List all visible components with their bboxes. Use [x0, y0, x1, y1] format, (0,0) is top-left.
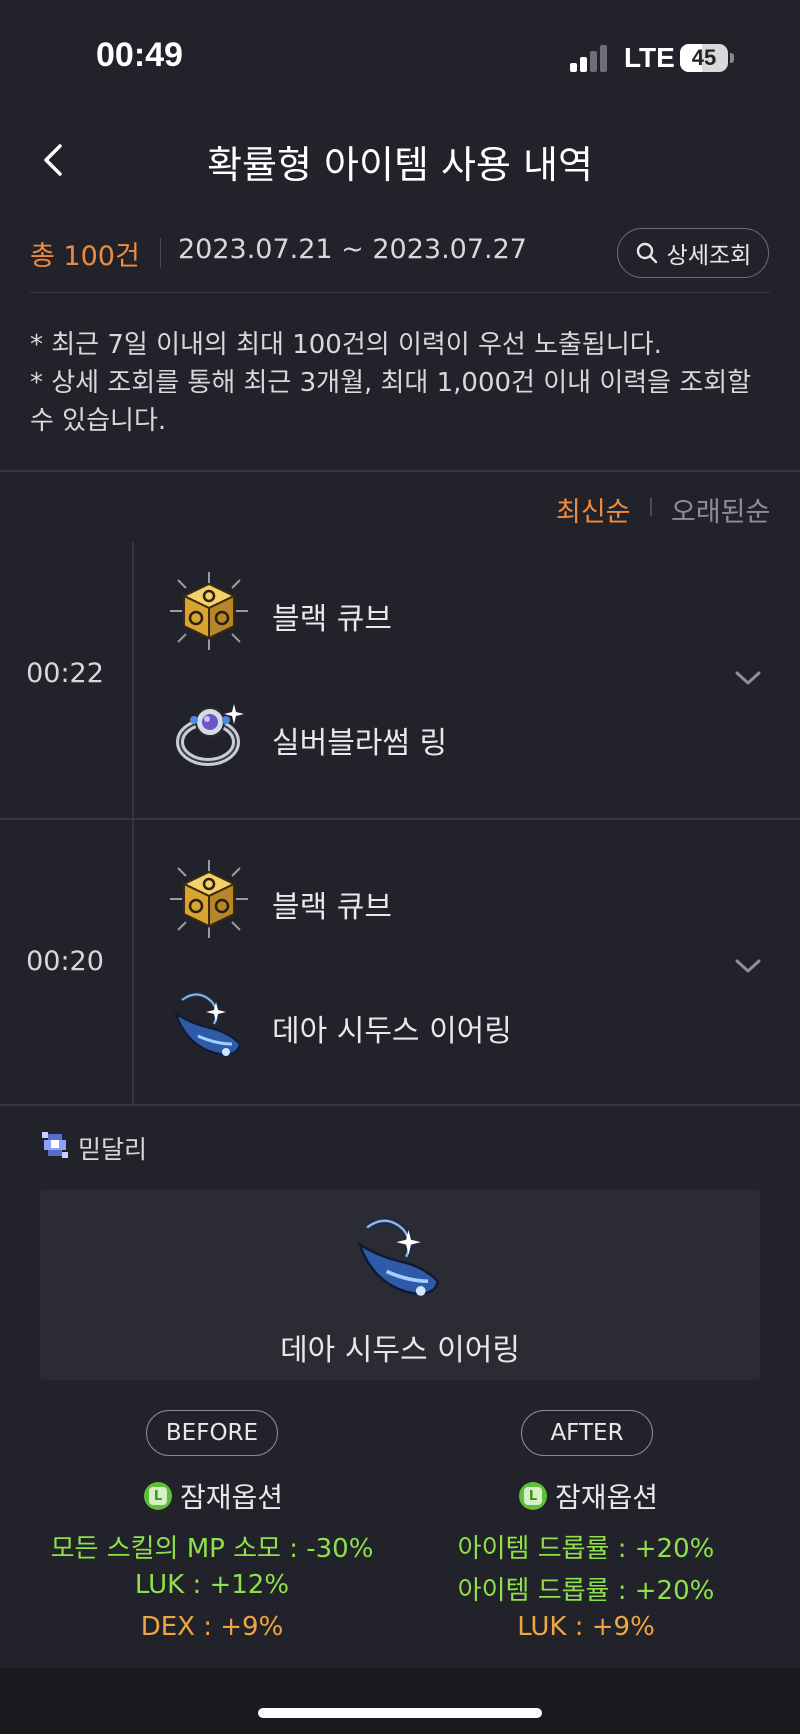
item-name: 실버블라썸 링 — [272, 726, 448, 761]
network-label: LTE — [624, 42, 675, 73]
collapse-button[interactable] — [733, 956, 763, 976]
after-potential-label: 잠재옵션 — [555, 1481, 659, 1514]
cube-name: 블랙 큐브 — [272, 890, 392, 925]
before-potential-label: 잠재옵션 — [180, 1481, 284, 1514]
page-title: 확률형 아이템 사용 내역 — [207, 143, 593, 187]
after-option-2: 아이템 드롭률 : +20% — [457, 1576, 715, 1606]
after-label: AFTER — [521, 1410, 653, 1456]
column-divider — [132, 542, 134, 818]
divider — [650, 498, 652, 516]
sort-oldest[interactable]: 오래된순 — [671, 490, 770, 529]
column-divider — [132, 820, 134, 1104]
before-label: BEFORE — [146, 1410, 278, 1456]
before-option-3: DEX : +9% — [140, 1612, 284, 1642]
cube-name: 블랙 큐브 — [272, 602, 392, 637]
signal-icon — [570, 44, 610, 72]
section-divider — [0, 470, 800, 472]
after-option-1: 아이템 드롭률 : +20% — [457, 1534, 715, 1564]
status-time: 00:49 — [96, 36, 183, 74]
row-divider — [0, 1104, 800, 1106]
before-potential-header: L 잠재옵션 — [144, 1476, 283, 1516]
home-indicator[interactable] — [258, 1708, 542, 1718]
earring-icon — [350, 1208, 450, 1308]
expand-button[interactable] — [733, 668, 763, 688]
total-count: 총 100건 — [30, 241, 140, 272]
row-divider — [0, 818, 800, 820]
notice-line-1: * 최근 7일 이내의 최대 100건의 이력이 우선 노출됩니다. — [30, 330, 662, 360]
character-name: 믿달리 — [78, 1135, 148, 1164]
detail-item-name: 데아 시두스 이어링 — [280, 1333, 520, 1368]
legendary-badge-icon: L — [144, 1482, 172, 1510]
entry-time: 00:22 — [26, 658, 104, 689]
before-option-1: 모든 스킬의 MP 소모 : -30% — [50, 1534, 374, 1564]
item-name: 데아 시두스 이어링 — [272, 1014, 512, 1049]
bottom-bar — [0, 1668, 800, 1734]
black-cube-icon — [168, 858, 250, 940]
sort-newest[interactable]: 최신순 — [556, 490, 631, 529]
ring-icon — [168, 692, 250, 774]
character-avatar-icon — [40, 1130, 70, 1160]
search-icon — [636, 242, 657, 264]
chevron-down-icon — [735, 671, 761, 685]
entry-time: 00:20 — [26, 946, 104, 977]
date-range: 2023.07.21 ~ 2023.07.27 — [178, 234, 527, 265]
earring-icon — [168, 984, 250, 1066]
battery-level: 45 — [691, 45, 717, 70]
before-option-2: LUK : +12% — [134, 1570, 290, 1600]
after-option-3: LUK : +9% — [517, 1612, 655, 1642]
detail-search-button[interactable]: 상세조회 — [617, 228, 769, 278]
legendary-badge-icon: L — [519, 1482, 547, 1510]
divider — [160, 238, 161, 268]
after-potential-header: L 잠재옵션 — [519, 1476, 658, 1516]
black-cube-icon — [168, 570, 250, 652]
notice-line-2: * 상세 조회를 통해 최근 3개월, 최대 1,000건 이내 이력을 조회할… — [30, 368, 752, 436]
battery-icon: 45 — [680, 44, 734, 72]
chevron-down-icon — [735, 959, 761, 973]
detail-search-label: 상세조회 — [666, 243, 752, 269]
divider — [30, 292, 770, 293]
